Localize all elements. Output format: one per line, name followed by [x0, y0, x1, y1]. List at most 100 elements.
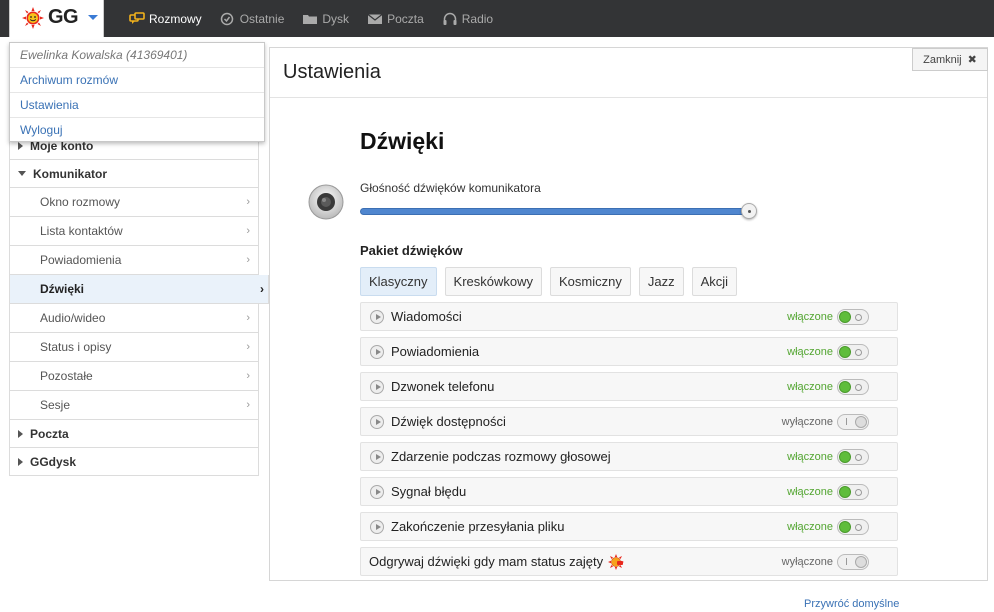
sidebar-item-label: Status i opisy [40, 340, 112, 354]
envelope-icon [367, 13, 383, 24]
sidebar-item-powiadomienia[interactable]: Powiadomienia › [9, 246, 259, 275]
sidebar-item-pozostale[interactable]: Pozostałe › [9, 362, 259, 391]
pack-akcji[interactable]: Akcji [691, 267, 738, 296]
sound-pack-label: Pakiet dźwięków [360, 243, 463, 258]
setting-row-dzwonek: Dzwonek telefonu włączone [360, 372, 898, 401]
sidebar-item-label: Audio/wideo [40, 311, 106, 325]
toggle-switch[interactable] [837, 554, 869, 570]
volume-slider-track[interactable] [360, 208, 754, 215]
close-button[interactable]: Zamknij ✖ [912, 48, 988, 71]
status-text: włączone [787, 381, 833, 393]
pack-kreskowkowy[interactable]: Kreskówkowy [444, 267, 542, 296]
toggle-switch[interactable] [837, 519, 869, 535]
chevron-right-icon: › [246, 341, 250, 353]
sidebar-item-sesje[interactable]: Sesje › [9, 391, 259, 420]
toggle-switch[interactable] [837, 309, 869, 325]
status-text: włączone [787, 521, 833, 533]
divider [270, 97, 987, 98]
main-nav: Rozmowy Ostatnie Dysk Poczta Radio [120, 0, 502, 37]
sidebar-item-label: GGdysk [30, 454, 77, 469]
close-icon: ✖ [967, 54, 977, 66]
clock-check-icon [220, 12, 233, 25]
dropdown-item-wyloguj[interactable]: Wyloguj [10, 118, 264, 143]
nav-radio[interactable]: Radio [433, 0, 502, 37]
sound-settings-list: Wiadomości włączone Powiadomienia włączo… [360, 302, 898, 582]
nav-label: Radio [461, 11, 494, 26]
play-icon[interactable] [370, 379, 384, 394]
setting-row-powiadomienia: Powiadomienia włączone [360, 337, 898, 366]
setting-row-przesylanie-pliku: Zakończenie przesyłania pliku włączone [360, 512, 898, 541]
chevron-down-icon [18, 171, 26, 176]
play-icon[interactable] [370, 344, 384, 359]
nav-label: Ostatnie [239, 11, 285, 26]
play-icon[interactable] [370, 309, 384, 324]
dropdown-item-ustawienia[interactable]: Ustawienia [10, 93, 264, 118]
setting-label: Zakończenie przesyłania pliku [391, 519, 565, 534]
settings-panel: Ustawienia Zamknij ✖ Dźwięki Głośność dź… [269, 47, 988, 581]
sidebar-item-label: Powiadomienia [40, 253, 122, 267]
toggle-switch[interactable] [837, 379, 869, 395]
logo-menu-button[interactable]: GG [9, 0, 104, 37]
status-text: włączone [787, 486, 833, 498]
chevron-right-icon [18, 429, 23, 438]
sidebar-item-poczta[interactable]: Poczta [9, 420, 259, 448]
sidebar-item-audio-wideo[interactable]: Audio/wideo › [9, 304, 259, 333]
top-bar: GG Rozmowy Ostatnie Dysk Poczta Radio [0, 0, 994, 37]
chevron-right-icon: › [246, 399, 250, 411]
nav-label: Dysk [322, 11, 350, 26]
chevron-right-icon: › [260, 282, 264, 296]
page-title: Ustawienia [283, 61, 381, 83]
volume-slider-handle[interactable] [741, 203, 757, 219]
play-icon[interactable] [370, 414, 384, 429]
sidebar-item-dzwieki[interactable]: Dźwięki › [9, 275, 269, 304]
chevron-right-icon [18, 457, 23, 466]
account-dropdown-menu: Ewelinka Kowalska (41369401) Archiwum ro… [9, 42, 265, 142]
pack-kosmiczny[interactable]: Kosmiczny [550, 267, 631, 296]
sidebar-item-label: Okno rozmowy [40, 195, 121, 209]
sound-pack-tabs: Klasyczny Kreskówkowy Kosmiczny Jazz Akc… [360, 267, 745, 296]
nav-label: Poczta [387, 11, 424, 26]
sidebar-item-ggdysk[interactable]: GGdysk [9, 448, 259, 476]
dropdown-item-archiwum[interactable]: Archiwum rozmów [10, 68, 264, 93]
sidebar-item-okno-rozmowy[interactable]: Okno rozmowy › [9, 188, 259, 217]
restore-defaults-link[interactable]: Przywróć domyślne [804, 598, 899, 610]
setting-row-wiadomosci: Wiadomości włączone [360, 302, 898, 331]
chevron-right-icon: › [246, 196, 250, 208]
sidebar-item-status-i-opisy[interactable]: Status i opisy › [9, 333, 259, 362]
toggle-switch[interactable] [837, 449, 869, 465]
setting-label: Dźwięk dostępności [391, 414, 506, 429]
folder-icon [303, 14, 318, 24]
chevron-right-icon: › [246, 254, 250, 266]
setting-label: Sygnał błędu [391, 484, 467, 499]
nav-rozmowy[interactable]: Rozmowy [120, 0, 211, 37]
nav-poczta[interactable]: Poczta [358, 0, 433, 37]
speaker-icon [308, 184, 344, 220]
nav-ostatnie[interactable]: Ostatnie [211, 0, 294, 37]
pack-jazz[interactable]: Jazz [638, 267, 684, 296]
headphones-icon [443, 12, 457, 25]
logo-text: GG [48, 6, 79, 28]
status-text: włączone [787, 311, 833, 323]
sidebar-item-komunikator[interactable]: Komunikator [9, 160, 259, 188]
nav-dysk[interactable]: Dysk [293, 0, 358, 37]
pack-klasyczny[interactable]: Klasyczny [360, 267, 437, 296]
toggle-switch[interactable] [837, 484, 869, 500]
play-icon[interactable] [370, 519, 384, 534]
status-text: włączone [787, 451, 833, 463]
setting-label: Powiadomienia [391, 344, 480, 359]
busy-status-icon [608, 553, 625, 570]
play-icon[interactable] [370, 449, 384, 464]
setting-label: Dzwonek telefonu [391, 379, 495, 394]
sidebar-item-lista-kontaktow[interactable]: Lista kontaktów › [9, 217, 259, 246]
chat-icon [129, 11, 145, 24]
toggle-switch[interactable] [837, 344, 869, 360]
chevron-right-icon: › [246, 225, 250, 237]
toggle-switch[interactable] [837, 414, 869, 430]
sidebar-item-label: Komunikator [33, 166, 108, 181]
setting-row-sygnal-bledu: Sygnał błędu włączone [360, 477, 898, 506]
nav-label: Rozmowy [149, 11, 202, 26]
play-icon[interactable] [370, 484, 384, 499]
sidebar-item-label: Dźwięki [40, 282, 85, 296]
setting-label: Odgrywaj dźwięki gdy mam status zajęty [369, 554, 604, 569]
dropdown-user-name: Ewelinka Kowalska (41369401) [10, 43, 264, 68]
